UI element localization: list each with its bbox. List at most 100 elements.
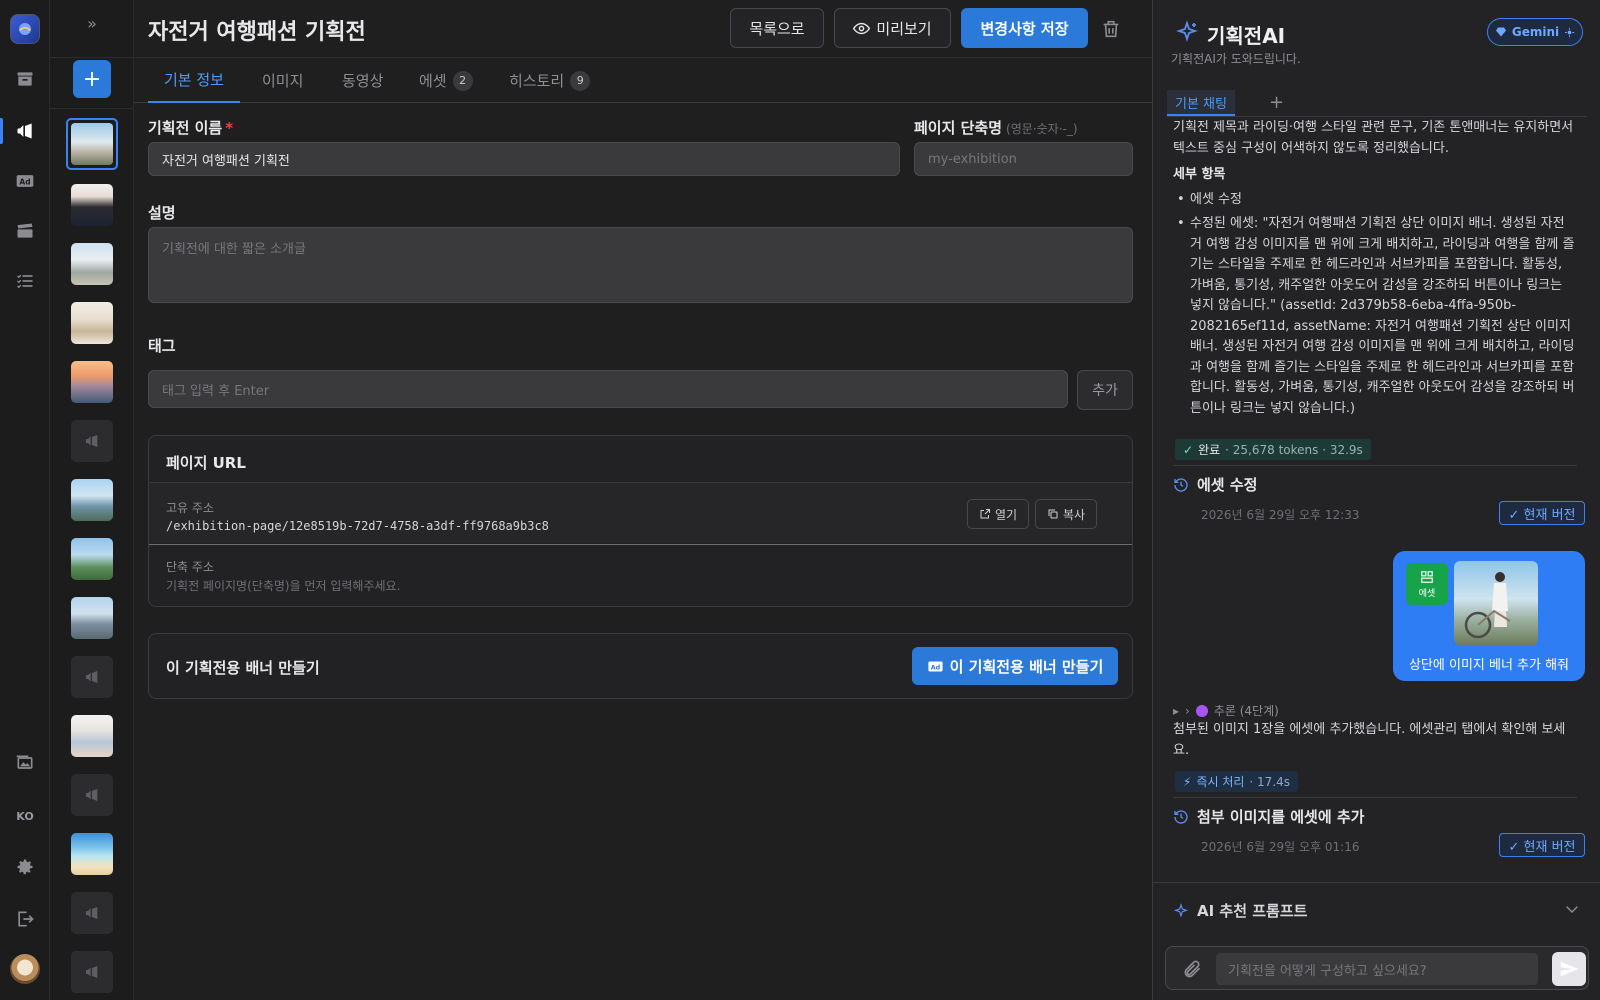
ai-panel-title: 기획전AI [1207,24,1286,48]
exhibition-thumb[interactable] [71,361,113,403]
exhibition-thumb[interactable] [71,597,113,639]
divider [50,57,134,58]
trash-icon[interactable] [1100,18,1124,42]
ai-section-title: 세부 항목 [1173,167,1226,182]
history-icon [1174,477,1188,492]
exhibition-thumb[interactable] [71,184,113,226]
tag-input[interactable]: 태그 입력 후 Enter [148,370,1068,408]
exhibition-thumb-placeholder[interactable] [71,951,113,993]
logo-icon [19,23,31,35]
current-version-badge[interactable]: ✓ 현재 버전 [1499,833,1585,857]
tab-label: 기본 정보 [164,71,224,89]
model-selector[interactable]: Gemini [1487,18,1583,46]
checklist-icon[interactable] [12,268,38,294]
megaphone-icon [86,789,98,801]
unique-url-label: 고유 주소 [166,501,214,515]
version-date: 2026년 6월 29일 오후 12:33 [1201,508,1360,522]
ad-icon: Ad [928,661,943,671]
exhibition-thumb-selected[interactable] [66,118,118,170]
chat-composer: 기획전을 어떻게 구성하고 싶으세요? [1165,946,1589,990]
short-url-hint: 기획전 페이지명(단축명)을 먼저 입력해주세요. [166,579,401,593]
triangle-right-icon: ▸ [1173,703,1180,718]
new-chat-plus-icon[interactable]: + [1269,92,1284,113]
slug-input[interactable]: my-exhibition [914,142,1133,176]
exhibition-thumb-placeholder[interactable] [71,420,113,462]
divider [50,108,134,109]
required-mark: * [225,119,234,137]
exhibition-name-input[interactable]: 자전거 여행패션 기획전 [148,142,900,176]
logout-icon[interactable] [12,906,38,932]
open-url-button[interactable]: 열기 [967,499,1029,529]
archive-icon[interactable] [12,66,38,92]
chat-input[interactable]: 기획전을 어떻게 구성하고 싶으세요? [1216,953,1538,985]
card-title: 페이지 URL [166,454,246,472]
exhibition-list: » + [50,0,134,1000]
back-to-list-button[interactable]: 목록으로 [730,8,824,48]
megaphone-icon[interactable] [12,118,38,144]
preview-button[interactable]: 미리보기 [834,8,951,48]
left-rail: Ad KO [0,0,50,1000]
ai-recommended-prompts-toggle[interactable]: AI 추천 프롬프트 [1173,900,1307,921]
ad-icon[interactable]: Ad [12,168,38,194]
rail-active-indicator [0,118,3,144]
copy-url-button[interactable]: 복사 [1035,499,1097,529]
button-label: 미리보기 [876,19,932,38]
reasoning-toggle[interactable]: ▸ › 추론 (4단계) [1173,702,1279,719]
slug-label: 페이지 단축명 (영문·숫자·-_) [914,119,1078,137]
gear-icon[interactable] [12,854,38,880]
sparkle-icon [1173,902,1189,918]
save-changes-button[interactable]: 변경사항 저장 [961,8,1088,48]
banner-card: 이 기획전용 배너 만들기 Ad 이 기획전용 배너 만들기 [148,633,1133,699]
attached-image[interactable] [1454,561,1538,645]
description-textarea[interactable]: 기획전에 대한 짧은 소개글 [148,227,1133,303]
exhibition-thumb[interactable] [71,833,113,875]
svg-text:Ad: Ad [19,177,30,186]
editor-tabs: 기본 정보 이미지 동영상 에셋 2 히스토리 9 [134,57,1152,103]
app-logo[interactable] [10,14,40,44]
tab-videos[interactable]: 동영상 [342,58,383,103]
exhibition-thumb[interactable] [71,243,113,285]
gallery-icon[interactable] [12,750,38,776]
version-date: 2026년 6월 29일 오후 01:16 [1201,840,1360,854]
create-banner-button[interactable]: Ad 이 기획전용 배너 만들기 [912,647,1118,685]
user-message: 에셋 상단에 이미지 베너 추가 해줘 [1393,551,1585,681]
tab-basic-info[interactable]: 기본 정보 [148,58,240,103]
user-avatar[interactable] [10,954,40,984]
history-icon [1174,809,1188,824]
tab-basic-chat[interactable]: 기본 채팅 [1167,90,1235,116]
diamond-icon [1495,27,1506,37]
tab-label: 이미지 [262,72,304,90]
exhibition-thumb[interactable] [71,715,113,757]
brain-icon [1195,704,1208,717]
collapse-chevrons-icon[interactable]: » [80,14,104,34]
ai-message-intro: 기획전 제목과 라이딩·여행 스타일 관련 문구, 기존 톤앤매너는 유지하면서… [1173,120,1574,156]
exhibition-thumb[interactable] [71,479,113,521]
tags-label: 태그 [148,337,176,355]
paperclip-icon[interactable] [1182,959,1202,979]
language-switch[interactable]: KO [0,810,50,823]
count-badge: 2 [452,70,473,91]
current-version-badge[interactable]: ✓ 현재 버전 [1499,501,1585,525]
exhibition-thumb[interactable] [71,302,113,344]
tab-images[interactable]: 이미지 [262,58,303,103]
exhibition-thumb-placeholder[interactable] [71,774,113,816]
exhibition-thumb[interactable] [71,538,113,580]
add-tag-button[interactable]: 추가 [1077,370,1133,410]
instant-status: ⚡ 즉시 처리 · 17.4s [1175,771,1299,792]
divider [1173,465,1577,466]
short-url-row: 단축 주소 기획전 페이지명(단축명)을 먼저 입력해주세요. [149,544,1132,606]
send-button[interactable] [1552,952,1586,986]
asset-attachment[interactable]: 에셋 [1406,563,1448,605]
exhibition-thumb-placeholder[interactable] [71,656,113,698]
app-root: Ad KO » + 자전거 여행패션 기획전 목록으로 미리보기 변경사항 저장… [0,0,1600,1000]
megaphone-icon [86,966,98,978]
tab-history[interactable]: 히스토리 9 [509,58,591,103]
clapperboard-icon[interactable] [12,218,38,244]
megaphone-icon [86,435,98,447]
ai-detail-list: 에셋 수정 수정된 에셋: "자전거 여행패션 기획전 상단 이미지 배너. 생… [1177,190,1575,420]
chevron-down-icon[interactable] [1563,900,1581,918]
exhibition-thumb-placeholder[interactable] [71,892,113,934]
add-exhibition-button[interactable]: + [73,60,111,98]
tab-assets[interactable]: 에셋 2 [419,58,473,103]
ai-assistant-panel: 기획전AI 기획전AI가 도와드립니다. Gemini 기본 채팅 + 기획전 … [1152,0,1600,1000]
